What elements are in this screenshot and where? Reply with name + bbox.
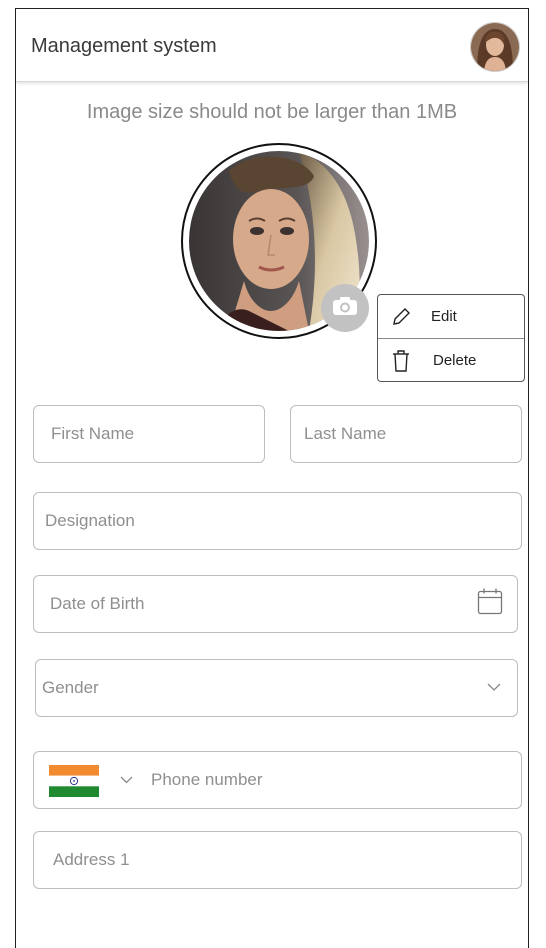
designation-placeholder: Designation bbox=[45, 511, 135, 530]
image-size-hint: Image size should not be larger than 1MB bbox=[86, 101, 458, 123]
first-name-input[interactable]: First Name bbox=[33, 405, 265, 463]
country-chevron-down-icon[interactable] bbox=[120, 771, 133, 789]
phone-input[interactable]: Phone number bbox=[33, 751, 522, 809]
gender-placeholder: Gender bbox=[42, 678, 99, 697]
india-flag-icon[interactable] bbox=[49, 765, 99, 797]
edit-label: Edit bbox=[431, 308, 457, 325]
first-name-placeholder: First Name bbox=[51, 424, 135, 443]
last-name-placeholder: Last Name bbox=[304, 424, 387, 443]
change-photo-button[interactable] bbox=[321, 284, 369, 332]
app-screen: Management system Image size should not … bbox=[15, 8, 529, 948]
edit-photo-menu-item[interactable]: Edit bbox=[378, 295, 524, 338]
address-1-placeholder: Address 1 bbox=[53, 850, 130, 869]
designation-input[interactable]: Designation bbox=[33, 492, 522, 550]
user-avatar-icon[interactable] bbox=[470, 22, 520, 72]
app-header: Management system bbox=[16, 9, 528, 82]
delete-label: Delete bbox=[433, 352, 477, 369]
chevron-down-icon bbox=[487, 679, 501, 697]
address-1-input[interactable]: Address 1 bbox=[33, 831, 522, 889]
delete-photo-menu-item[interactable]: Delete bbox=[378, 338, 524, 382]
last-name-input[interactable]: Last Name bbox=[290, 405, 522, 463]
camera-icon bbox=[332, 296, 358, 321]
pencil-icon bbox=[393, 307, 410, 325]
phone-placeholder: Phone number bbox=[151, 770, 263, 789]
gender-select[interactable]: Gender bbox=[35, 659, 518, 717]
date-of-birth-input[interactable]: Date of Birth bbox=[33, 575, 518, 633]
trash-icon bbox=[393, 349, 409, 372]
photo-options-menu: Edit Delete bbox=[377, 294, 525, 382]
app-title: Management system bbox=[31, 35, 217, 57]
calendar-icon[interactable] bbox=[477, 588, 503, 621]
dob-placeholder: Date of Birth bbox=[50, 594, 145, 613]
